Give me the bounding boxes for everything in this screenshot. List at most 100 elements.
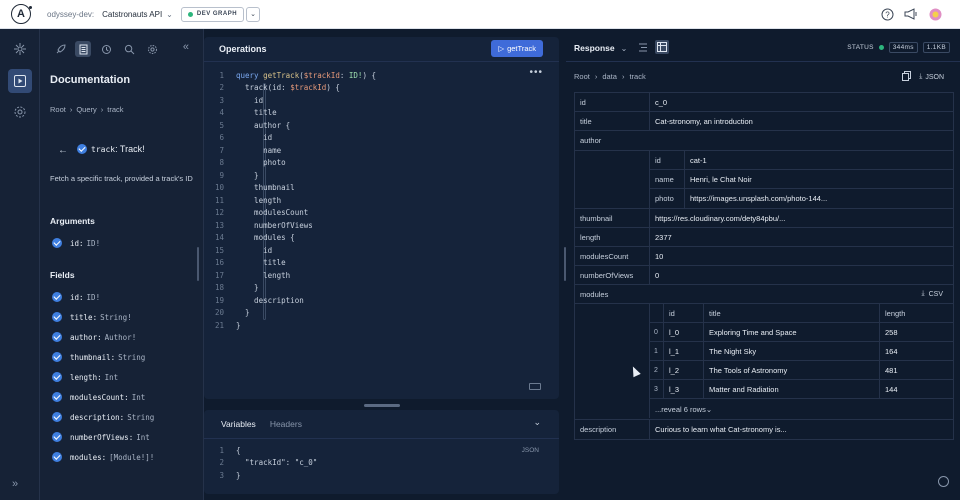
rocket-icon[interactable]: [52, 41, 68, 57]
expand-icon[interactable]: »: [12, 478, 18, 490]
field-item[interactable]: modulesCount: Int: [52, 387, 154, 407]
reveal-rows-button[interactable]: ...reveal 6 rows ⌄: [650, 399, 953, 419]
table-row: title Cat-stronomy, an introduction: [575, 112, 953, 131]
table-view-icon[interactable]: [655, 40, 669, 54]
column-header[interactable]: title: [704, 304, 880, 322]
explorer-icon[interactable]: [8, 69, 32, 93]
announcement-icon[interactable]: [904, 7, 918, 21]
help-icon[interactable]: ?: [880, 7, 894, 21]
search-icon[interactable]: [121, 41, 137, 57]
check-icon[interactable]: [52, 452, 62, 462]
field-name: description:: [70, 412, 125, 422]
tab-variables[interactable]: Variables: [221, 419, 256, 429]
argument-item[interactable]: id: ID!: [52, 233, 100, 253]
line-number: 17: [214, 270, 224, 280]
field-item[interactable]: author: Author!: [52, 327, 154, 347]
field-type[interactable]: Author!: [105, 333, 137, 342]
code-line: 7 name: [204, 144, 376, 157]
row-value: ⤓ CSV: [650, 285, 953, 303]
more-options-icon[interactable]: •••: [529, 67, 543, 78]
check-icon[interactable]: [52, 238, 62, 248]
collapse-panel-icon[interactable]: «: [183, 41, 189, 53]
check-icon[interactable]: [52, 412, 62, 422]
field-type[interactable]: Int: [132, 393, 146, 402]
check-icon[interactable]: [52, 352, 62, 362]
check-icon[interactable]: [52, 332, 62, 342]
check-icon[interactable]: [52, 312, 62, 322]
breadcrumb-root[interactable]: Root: [50, 105, 66, 114]
field-type[interactable]: ID!: [87, 293, 101, 302]
graph-name: Catstronauts API: [102, 9, 163, 19]
check-icon[interactable]: [52, 292, 62, 302]
field-type[interactable]: String: [127, 413, 154, 422]
field-item[interactable]: description: String: [52, 407, 154, 427]
gear-icon[interactable]: [144, 41, 160, 57]
field-item[interactable]: length: Int: [52, 367, 154, 387]
settings-icon[interactable]: [8, 100, 32, 124]
list-view-icon[interactable]: [636, 40, 650, 54]
graph-selector[interactable]: Catstronauts API ⌄: [102, 10, 173, 19]
resize-handle[interactable]: [364, 404, 400, 407]
check-icon[interactable]: [52, 372, 62, 382]
author-subtable: id cat-1 name Henri, le Chat Noir photo https…: [650, 151, 953, 208]
breadcrumb-data[interactable]: data: [602, 72, 617, 81]
table-row: id c_0: [575, 93, 953, 112]
history-icon[interactable]: [98, 41, 114, 57]
apollo-logo-icon[interactable]: A: [11, 4, 32, 24]
field-type[interactable]: String: [118, 353, 145, 362]
tab-headers[interactable]: Headers: [270, 419, 302, 429]
code-line: 9 }: [204, 169, 376, 182]
field-item[interactable]: numberOfViews: Int: [52, 427, 154, 447]
table-header-row: id title length: [650, 304, 953, 323]
field-item[interactable]: title: String!: [52, 307, 154, 327]
feedback-icon[interactable]: [938, 476, 949, 487]
response-title[interactable]: Response: [574, 43, 615, 53]
field-name: track: [91, 144, 116, 154]
breadcrumb-query[interactable]: Query: [76, 105, 96, 114]
code-token: track(id:: [236, 83, 291, 93]
query-editor[interactable]: 1 query getTrack($trackId: ID!) {2 track(…: [204, 69, 376, 332]
user-avatar[interactable]: [928, 7, 942, 21]
field-name: numberOfViews:: [70, 432, 134, 442]
variables-editor[interactable]: 1{2 "trackId": "c_0" 3}: [204, 444, 317, 482]
documentation-icon[interactable]: [75, 41, 91, 57]
collapse-icon[interactable]: ⌄: [533, 417, 541, 428]
table-row: modulesCount 10: [575, 247, 953, 266]
field-type[interactable]: String!: [100, 313, 132, 322]
keyboard-icon[interactable]: [529, 383, 541, 390]
column-header[interactable]: length: [880, 304, 953, 322]
copy-icon[interactable]: [902, 71, 912, 83]
field-type[interactable]: Int: [105, 373, 119, 382]
check-icon[interactable]: [52, 432, 62, 442]
cell-id: l_1: [664, 342, 704, 360]
download-json-button[interactable]: ⤓ JSON: [919, 73, 944, 81]
cell-length: 164: [885, 346, 898, 356]
status-dot-icon: [187, 11, 193, 17]
table-row: description Curious to learn what Cat-str…: [575, 420, 953, 439]
check-icon[interactable]: [77, 144, 87, 154]
back-arrow-icon[interactable]: ←: [58, 145, 68, 156]
arguments-heading: Arguments: [50, 216, 95, 226]
field-type[interactable]: [Module!]!: [109, 453, 154, 462]
variant-badge[interactable]: DEV GRAPH: [180, 6, 245, 22]
row-index: 2: [650, 361, 664, 379]
arg-type[interactable]: ID!: [87, 239, 101, 248]
field-item[interactable]: id: ID!: [52, 287, 154, 307]
check-icon[interactable]: [52, 392, 62, 402]
chevron-down-icon[interactable]: ⌄: [621, 44, 628, 53]
column-header[interactable]: id: [664, 304, 704, 322]
run-query-button[interactable]: ▷ getTrack: [491, 40, 543, 57]
breadcrumb-root[interactable]: Root: [574, 72, 590, 81]
download-csv-button[interactable]: ⤓ CSV: [921, 290, 943, 298]
sub-key: id: [650, 151, 685, 169]
field-item[interactable]: modules: [Module!]!: [52, 447, 154, 467]
schema-icon[interactable]: [8, 37, 32, 61]
field-header: track: Track!: [77, 144, 145, 154]
field-type[interactable]: Int: [136, 433, 150, 442]
variant-dropdown-button[interactable]: ⌄: [246, 6, 261, 22]
field-item[interactable]: thumbnail: String: [52, 347, 154, 367]
scrollbar[interactable]: [564, 247, 566, 281]
scrollbar[interactable]: [197, 247, 199, 281]
code-line: 18 }: [204, 282, 376, 295]
divider: [204, 61, 559, 62]
